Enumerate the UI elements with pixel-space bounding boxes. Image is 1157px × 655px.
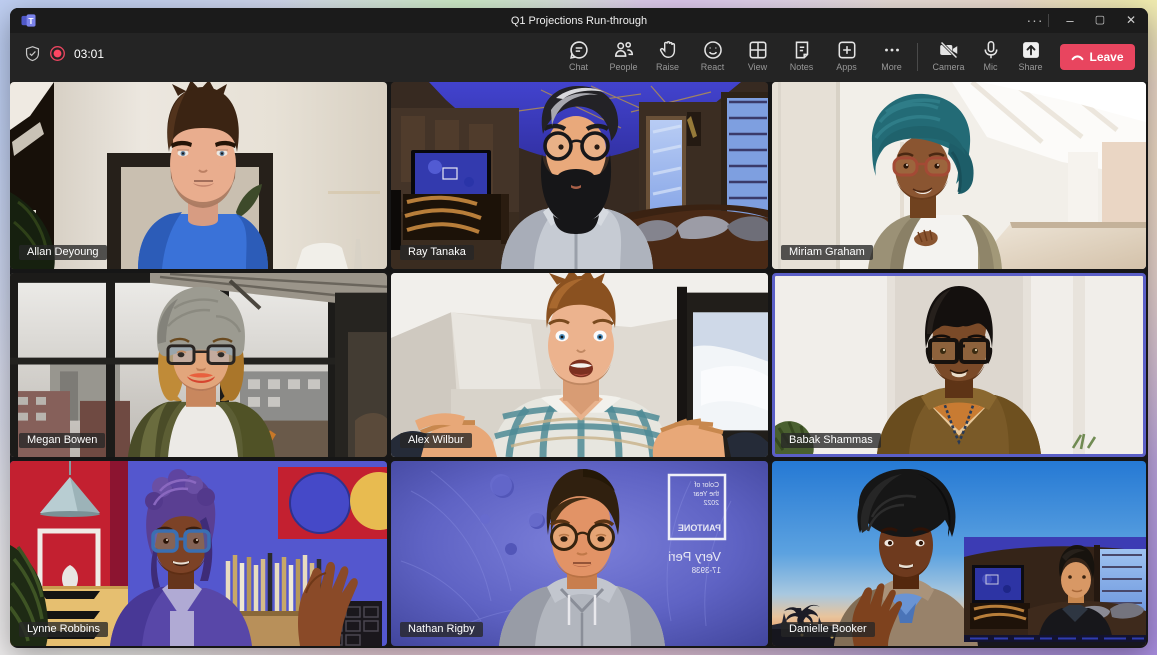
- svg-text:17-3938: 17-3938: [691, 566, 721, 575]
- svg-text:2022: 2022: [703, 500, 719, 507]
- svg-text:the Year: the Year: [693, 491, 719, 498]
- svg-text:PANTONE: PANTONE: [678, 523, 721, 533]
- svg-text:Color of: Color of: [694, 482, 719, 489]
- svg-text:Very Peri: Very Peri: [668, 549, 721, 564]
